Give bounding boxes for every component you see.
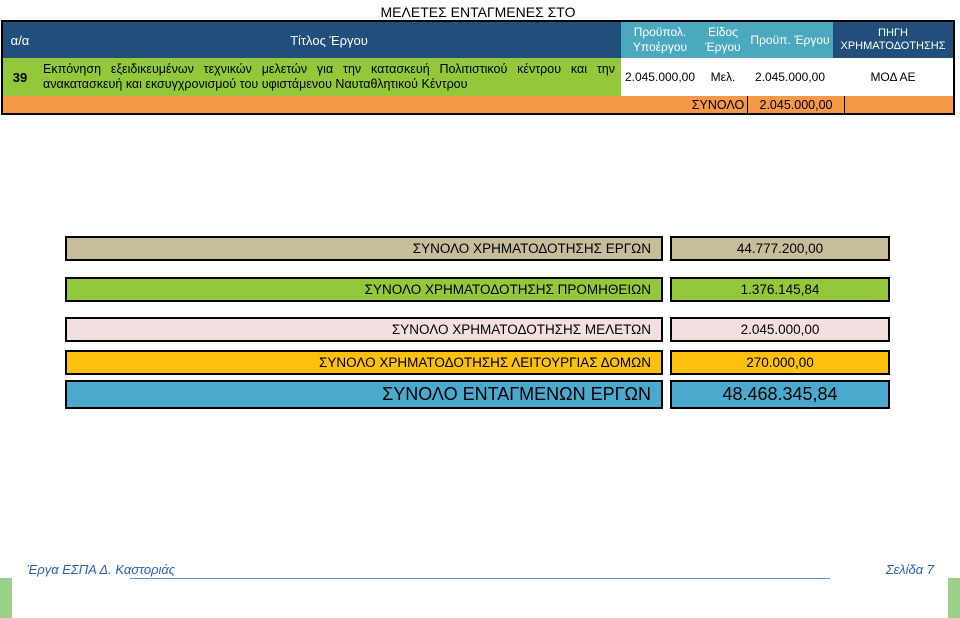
projects-table: α/α Τίτλος Έργου Προϋπολ. Υποέργου Είδος…	[1, 20, 955, 115]
row-title: Εκπόνηση εξειδικευμένων τεχνικών μελετών…	[37, 58, 621, 96]
row-aa: 39	[3, 58, 37, 96]
header-budget-sub: Προϋπολ. Υποέργου	[621, 22, 699, 58]
summary-label-studies: ΣΥΝΟΛΟ ΧΡΗΜΑΤΟΔΟΤΗΣΗΣ ΜΕΛΕΤΩΝ	[65, 317, 663, 342]
header-aa: α/α	[3, 22, 37, 58]
header-kind: Είδος Έργου	[699, 22, 747, 58]
summary-value-studies: 2.045.000,00	[670, 317, 890, 342]
row-budget-sub: 2.045.000,00	[624, 70, 696, 84]
header-budget-project: Προϋπ. Έργου	[747, 22, 833, 58]
summary-label-supplies: ΣΥΝΟΛΟ ΧΡΗΜΑΤΟΔΟΤΗΣΗΣ ΠΡΟΜΗΘΕΙΩΝ	[65, 277, 663, 302]
header-funding-source: ΠΗΓΗ ΧΡΗΜΑΤΟΔΟΤΗΣΗΣ	[833, 22, 953, 58]
header-title: Τίτλος Έργου	[37, 22, 621, 58]
row-budget-project: 2.045.000,00	[754, 70, 826, 84]
summary-value-operations: 270.000,00	[670, 350, 890, 375]
total-value: 2.045.000,00	[747, 96, 845, 113]
summary-label-operations: ΣΥΝΟΛΟ ΧΡΗΜΑΤΟΔΟΤΗΣΗΣ ΛΕΙΤΟΥΡΓΙΑΣ ΔΟΜΩΝ	[65, 350, 663, 375]
summary-label-projects: ΣΥΝΟΛΟ ΧΡΗΜΑΤΟΔΟΤΗΣΗΣ ΕΡΓΩΝ	[65, 236, 663, 261]
right-edge-bar	[948, 578, 960, 618]
left-edge-bar	[0, 578, 12, 618]
footer-page-number: Σελίδα 7	[885, 562, 934, 577]
total-label: ΣΥΝΟΛΟ	[691, 97, 745, 112]
summary-value-projects: 44.777.200,00	[670, 236, 890, 261]
summary-value-total: 48.468.345,84	[670, 380, 890, 409]
footer-left: Έργα ΕΣΠΑ Δ. Καστοριάς	[27, 562, 176, 577]
section-title: ΜΕΛΕΤΕΣ ΕΝΤΑΓΜΕΝΕΣ ΣΤΟ ΕΣΠΑ	[380, 4, 576, 40]
footer-divider	[130, 578, 830, 579]
row-funding-source: ΜΟΔ ΑΕ	[870, 70, 916, 84]
summary-label-total: ΣΥΝΟΛΟ ΕΝΤΑΓΜΕΝΩΝ ΕΡΓΩΝ	[65, 380, 663, 409]
summary-value-supplies: 1.376.145,84	[670, 277, 890, 302]
row-kind: Μελ.	[710, 70, 736, 84]
